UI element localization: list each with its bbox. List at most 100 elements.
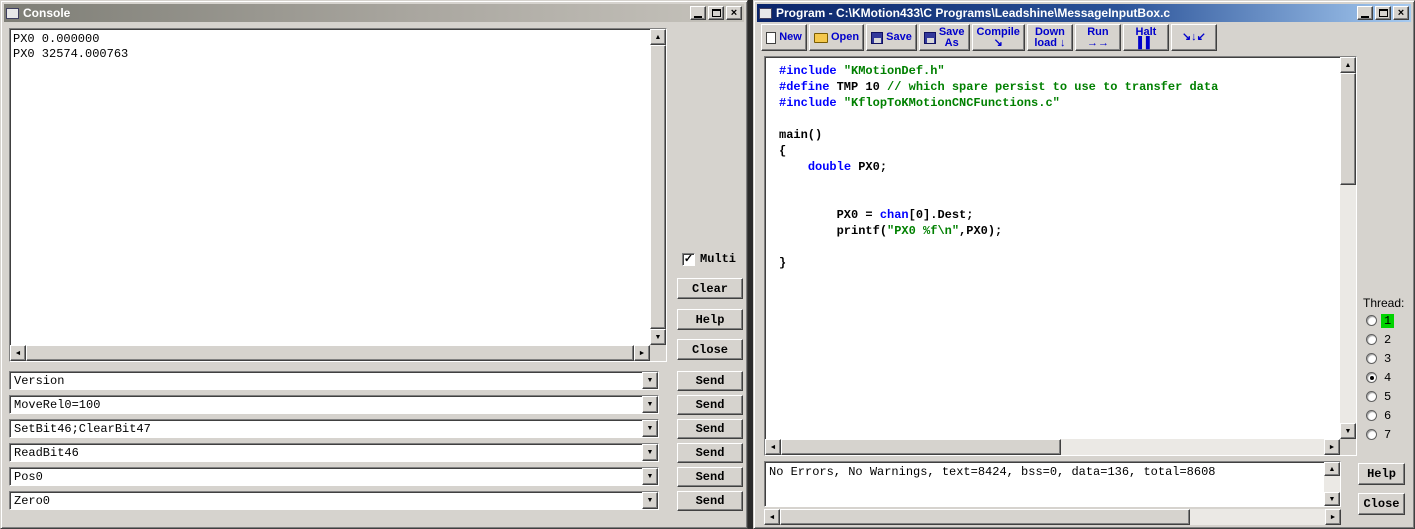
thread-option-6[interactable]: 6	[1366, 406, 1412, 425]
send-button[interactable]: Send	[677, 467, 743, 487]
download-button[interactable]: Down load ↓	[1026, 24, 1073, 51]
radio-icon[interactable]	[1366, 429, 1377, 440]
send-button[interactable]: Send	[677, 491, 743, 511]
console-output-hscrollbar[interactable]: ◄ ►	[10, 345, 650, 361]
compile-button[interactable]: Compile ↘	[971, 24, 1025, 51]
clear-button[interactable]: Clear	[677, 278, 743, 299]
step-button[interactable]: ↘↓↙	[1170, 24, 1217, 51]
multi-label: Multi	[700, 252, 737, 266]
checkbox-icon[interactable]: ✓	[682, 252, 695, 266]
code-line: printf("PX0 %f\n",PX0);	[779, 224, 1003, 238]
scroll-left-icon[interactable]: ◄	[10, 345, 26, 361]
thread-option-2[interactable]: 2	[1366, 330, 1412, 349]
editor-vscrollbar[interactable]: ▲ ▼	[1340, 57, 1356, 439]
maximize-icon	[1378, 9, 1388, 17]
vscroll-thumb[interactable]	[1340, 73, 1356, 185]
command-combo[interactable]: MoveRel0=100 ▼	[9, 395, 659, 414]
code-editor: #include "KMotionDef.h" #define TMP 10 //…	[764, 56, 1357, 456]
radio-icon[interactable]	[1366, 353, 1377, 364]
console-minimize-button[interactable]	[690, 6, 706, 20]
console-help-button[interactable]: Help	[677, 309, 743, 330]
scroll-down-icon[interactable]: ▼	[1340, 423, 1356, 439]
dropdown-arrow-icon[interactable]: ▼	[642, 492, 658, 509]
thread-option-4[interactable]: 4	[1366, 368, 1412, 387]
scroll-left-icon[interactable]: ◄	[764, 509, 780, 525]
program-help-button[interactable]: Help	[1358, 463, 1405, 485]
command-combo[interactable]: Version ▼	[9, 371, 659, 390]
status-hscrollbar[interactable]: ◄ ►	[764, 509, 1341, 525]
scroll-right-icon[interactable]: ►	[634, 345, 650, 361]
thread-option-3[interactable]: 3	[1366, 349, 1412, 368]
console-close-action-button[interactable]: Close	[677, 339, 743, 360]
console-output-vscrollbar[interactable]: ▲ ▼	[650, 29, 666, 345]
code-line: PX0 = chan[0].Dest;	[779, 208, 974, 222]
run-button[interactable]: Run →→	[1074, 24, 1121, 51]
scroll-up-icon[interactable]: ▲	[650, 29, 666, 45]
console-maximize-button[interactable]	[708, 6, 724, 20]
dropdown-arrow-icon[interactable]: ▼	[642, 396, 658, 413]
scroll-down-icon[interactable]: ▼	[650, 329, 666, 345]
folder-icon	[814, 32, 828, 43]
save-button[interactable]: Save	[866, 24, 917, 51]
vscroll-thumb[interactable]	[650, 45, 666, 329]
program-close-action-button[interactable]: Close	[1358, 493, 1405, 515]
dropdown-arrow-icon[interactable]: ▼	[642, 468, 658, 485]
console-titlebar[interactable]: Console ×	[4, 4, 744, 22]
compile-status-text: No Errors, No Warnings, text=8424, bss=0…	[769, 465, 1216, 479]
open-button[interactable]: Open	[809, 24, 865, 51]
send-button[interactable]: Send	[677, 443, 743, 463]
thread-number-label: 2	[1384, 332, 1392, 347]
editor-hscrollbar[interactable]: ◄ ►	[765, 439, 1340, 455]
scroll-up-icon[interactable]: ▲	[1340, 57, 1356, 73]
new-button[interactable]: New	[761, 24, 807, 51]
console-title: Console	[23, 6, 71, 20]
console-output-text[interactable]: PX0 0.000000 PX0 32574.000763	[13, 32, 648, 343]
send-button[interactable]: Send	[677, 395, 743, 415]
program-maximize-button[interactable]	[1375, 6, 1391, 20]
send-button[interactable]: Send	[677, 371, 743, 391]
hscroll-thumb[interactable]	[781, 439, 1061, 455]
code-area[interactable]: #include "KMotionDef.h" #define TMP 10 //…	[766, 58, 1339, 438]
thread-option-1[interactable]: 1	[1366, 311, 1412, 330]
thread-option-7[interactable]: 7	[1366, 425, 1412, 444]
command-combo-value: MoveRel0=100	[14, 398, 101, 412]
command-combo[interactable]: ReadBit46 ▼	[9, 443, 659, 462]
hscroll-thumb[interactable]	[780, 509, 1190, 525]
thread-number-label: 6	[1384, 408, 1392, 423]
scroll-right-icon[interactable]: ►	[1324, 439, 1340, 455]
status-vscrollbar[interactable]: ▲ ▼	[1324, 462, 1340, 506]
scroll-right-icon[interactable]: ►	[1325, 509, 1341, 525]
thread-option-5[interactable]: 5	[1366, 387, 1412, 406]
scroll-left-icon[interactable]: ◄	[765, 439, 781, 455]
program-close-button[interactable]: ×	[1393, 6, 1409, 20]
hscroll-thumb[interactable]	[26, 345, 634, 361]
radio-icon[interactable]	[1366, 315, 1377, 326]
command-combo[interactable]: Pos0 ▼	[9, 467, 659, 486]
page-icon	[766, 31, 777, 44]
disk-icon	[871, 31, 884, 44]
halt-button[interactable]: Halt ▌▌	[1122, 24, 1169, 51]
command-combo[interactable]: SetBit46;ClearBit47 ▼	[9, 419, 659, 438]
command-combo[interactable]: Zero0 ▼	[9, 491, 659, 510]
scroll-up-icon[interactable]: ▲	[1324, 462, 1340, 476]
program-titlebar[interactable]: Program - C:\KMotion433\C Programs\Leads…	[757, 4, 1411, 22]
console-close-button[interactable]: ×	[726, 6, 742, 20]
dropdown-arrow-icon[interactable]: ▼	[642, 372, 658, 389]
scroll-down-icon[interactable]: ▼	[1324, 492, 1340, 506]
radio-icon[interactable]	[1366, 410, 1377, 421]
maximize-icon	[711, 9, 721, 17]
code-line: #include "KflopToKMotionCNCFunctions.c"	[779, 96, 1060, 110]
program-minimize-button[interactable]	[1357, 6, 1373, 20]
send-button[interactable]: Send	[677, 419, 743, 439]
save-as-button[interactable]: Save As	[918, 24, 970, 51]
radio-icon[interactable]	[1366, 391, 1377, 402]
radio-icon[interactable]	[1366, 372, 1377, 383]
multi-checkbox[interactable]: ✓ Multi	[682, 252, 736, 266]
thread-number-label: 7	[1384, 427, 1392, 442]
dropdown-arrow-icon[interactable]: ▼	[642, 444, 658, 461]
radio-icon[interactable]	[1366, 334, 1377, 345]
dropdown-arrow-icon[interactable]: ▼	[642, 420, 658, 437]
program-title: Program - C:\KMotion433\C Programs\Leads…	[776, 6, 1171, 20]
program-window: Program - C:\KMotion433\C Programs\Leads…	[753, 0, 1415, 529]
